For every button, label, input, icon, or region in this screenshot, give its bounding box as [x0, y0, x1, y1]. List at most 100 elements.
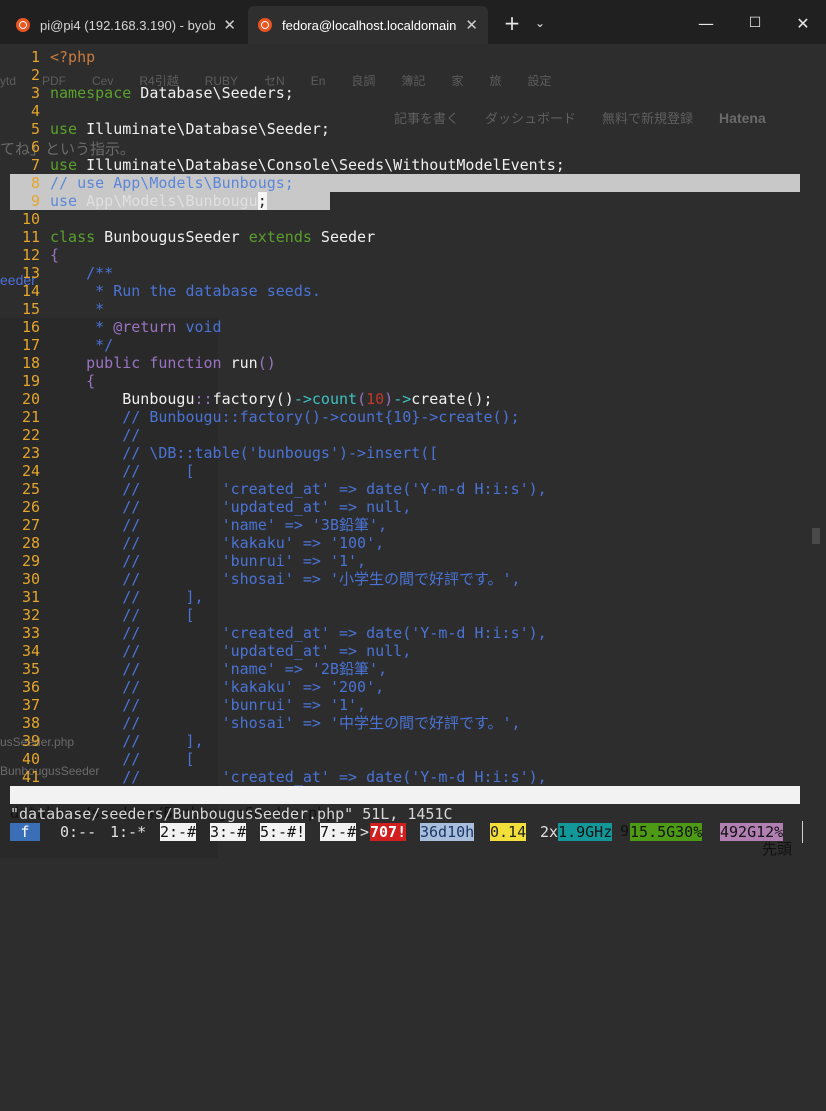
code-line[interactable]: 11 class BunbougusSeeder extends Seeder — [0, 228, 800, 246]
byobu-window-7[interactable]: 7:-# — [320, 823, 357, 841]
close-icon[interactable]: ✕ — [465, 16, 478, 34]
line-number: 39 — [21, 732, 40, 750]
byobu-uptime: 36d10h — [420, 823, 475, 841]
code-text: // [ — [122, 462, 195, 480]
tab-fedora[interactable]: fedora@localhost.localdomain ✕ — [248, 6, 488, 44]
code-line[interactable]: 13 /** — [0, 264, 800, 282]
code-text: */ — [95, 336, 114, 354]
code-line[interactable]: 22 // — [0, 426, 800, 444]
tab-title: pi@pi4 (192.168.3.190) - byobu — [40, 17, 216, 33]
line-number: 2 — [30, 66, 40, 84]
code-text: public function run() — [86, 354, 276, 372]
code-text: // 'updated_at' => null, — [122, 498, 412, 516]
code-line[interactable]: 21 // Bunbougu::factory()->count{10}->cr… — [0, 408, 800, 426]
line-number: 27 — [21, 516, 40, 534]
code-line[interactable]: 3 namespace Database\Seeders; — [0, 84, 800, 102]
code-line[interactable]: 32 // [ — [0, 606, 800, 624]
code-line[interactable]: 31 // ], — [0, 588, 800, 606]
code-line[interactable]: 38 // 'shosai' => '中学生の間で好評です。', — [0, 714, 800, 732]
code-line[interactable]: 23 // \DB::table('bunbougs')->insert([ — [0, 444, 800, 462]
code-line[interactable]: 30 // 'shosai' => '小学生の間で好評です。', — [0, 570, 800, 588]
code-line[interactable]: 28 // 'kakaku' => '100', — [0, 534, 800, 552]
byobu-window-2[interactable]: 2:-# — [160, 823, 197, 841]
code-text: // 'shosai' => '中学生の間で好評です。', — [122, 714, 521, 732]
code-text: Bunbougu::factory()->count(10)->create()… — [50, 390, 493, 408]
code-line[interactable]: 41 // 'created_at' => date('Y-m-d H:i:s'… — [0, 768, 800, 786]
code-line[interactable]: 6 — [0, 138, 800, 156]
code-line[interactable]: 16 * @return void — [0, 318, 800, 336]
line-number: 10 — [21, 210, 40, 228]
tab-dropdown-button[interactable]: ⌄ — [528, 8, 552, 38]
line-number: 3 — [30, 84, 40, 102]
minimize-button[interactable]: — — [686, 8, 726, 38]
close-window-button[interactable]: ✕ — [783, 8, 823, 38]
ubuntu-icon — [16, 18, 30, 32]
code-text: // \DB::table('bunbougs')->insert([ — [122, 444, 439, 462]
code-text: use App\Models\Bunbougu; — [50, 192, 267, 210]
byobu-updates-available: 707! — [370, 823, 407, 841]
line-number: 16 — [21, 318, 40, 336]
code-line[interactable]: 15 * — [0, 300, 800, 318]
line-number: 19 — [21, 372, 40, 390]
code-line[interactable]: 39 // ], — [0, 732, 800, 750]
line-number: 17 — [21, 336, 40, 354]
line-number: 14 — [21, 282, 40, 300]
code-line[interactable]: 26 // 'updated_at' => null, — [0, 498, 800, 516]
code-line[interactable]: 34 // 'updated_at' => null, — [0, 642, 800, 660]
statusline-scroll-position: 先頭 — [762, 840, 793, 858]
code-line[interactable]: 40 // [ — [0, 750, 800, 768]
code-text: use Illuminate\Database\Seeder; — [50, 120, 330, 138]
line-number: 30 — [21, 570, 40, 588]
code-line[interactable]: 10 — [0, 210, 800, 228]
code-line[interactable]: 35 // 'name' => '2B鉛筆', — [0, 660, 800, 678]
close-icon[interactable]: ✕ — [223, 16, 236, 34]
code-text: // [ — [122, 750, 195, 768]
terminal-cursor-bar — [802, 821, 803, 843]
code-line[interactable]: 33 // 'created_at' => date('Y-m-d H:i:s'… — [0, 624, 800, 642]
code-line[interactable]: 24 // [ — [0, 462, 800, 480]
line-number: 20 — [21, 390, 40, 408]
byobu-window-3[interactable]: 3:-# — [210, 823, 247, 841]
code-text: // 'bunrui' => '1', — [122, 552, 367, 570]
new-tab-button[interactable]: + — [498, 8, 526, 38]
code-line[interactable]: 5 use Illuminate\Database\Seeder; — [0, 120, 800, 138]
code-text: // [ — [122, 606, 195, 624]
code-text: // 'name' => '2B鉛筆', — [122, 660, 388, 678]
scrollbar-thumb[interactable] — [812, 528, 820, 544]
byobu-cpu: 2x1.9GHz — [540, 823, 613, 841]
line-number: 26 — [21, 498, 40, 516]
code-line[interactable]: 8 // use App\Models\Bunbougs; — [0, 174, 800, 192]
tab-pi4-byobu[interactable]: pi@pi4 (192.168.3.190) - byobu ✕ — [6, 6, 246, 44]
byobu-window-5[interactable]: 5:-#! — [260, 823, 306, 841]
code-text: // 'kakaku' => '200', — [122, 678, 385, 696]
code-line[interactable]: 27 // 'name' => '3B鉛筆', — [0, 516, 800, 534]
line-number: 25 — [21, 480, 40, 498]
code-line[interactable]: 19 { — [0, 372, 800, 390]
line-number: 4 — [30, 102, 40, 120]
code-line[interactable]: 17 */ — [0, 336, 800, 354]
code-line[interactable]: 14 * Run the database seeds. — [0, 282, 800, 300]
code-text: { — [50, 372, 96, 390]
code-line[interactable]: 1 <?php — [0, 48, 800, 66]
code-line[interactable]: 25 // 'created_at' => date('Y-m-d H:i:s'… — [0, 480, 800, 498]
ubuntu-icon — [258, 18, 272, 32]
vim-cmdline: "database/seeders/BunbougusSeeder.php" 5… — [10, 805, 453, 823]
code-line[interactable]: 7 use Illuminate\Database\Console\Seeds\W… — [0, 156, 800, 174]
code-line[interactable]: 12 { — [0, 246, 800, 264]
code-line[interactable]: 9 use App\Models\Bunbougu; — [0, 192, 800, 210]
code-line[interactable]: 36 // 'kakaku' => '200', — [0, 678, 800, 696]
code-line[interactable]: 37 // 'bunrui' => '1', — [0, 696, 800, 714]
code-line[interactable]: 29 // 'bunrui' => '1', — [0, 552, 800, 570]
code-line[interactable]: 18 public function run() — [0, 354, 800, 372]
byobu-window-1[interactable]: 1:-* — [110, 823, 146, 841]
line-number: 32 — [21, 606, 40, 624]
maximize-button[interactable]: ☐ — [735, 8, 775, 38]
code-line[interactable]: 4 — [0, 102, 800, 120]
code-text: // 'updated_at' => null, — [122, 642, 412, 660]
code-text: // Bunbougu::factory()->count{10}->creat… — [122, 408, 520, 426]
vim-statusline: database/seeders/BunbougusSeeder.php 9,2… — [10, 786, 800, 858]
code-line[interactable]: 20 Bunbougu::factory()->count(10)->creat… — [0, 390, 800, 408]
byobu-window-0[interactable]: 0:-- — [60, 823, 96, 841]
code-line[interactable]: 2 — [0, 66, 800, 84]
code-text: * Run the database seeds. — [95, 282, 321, 300]
